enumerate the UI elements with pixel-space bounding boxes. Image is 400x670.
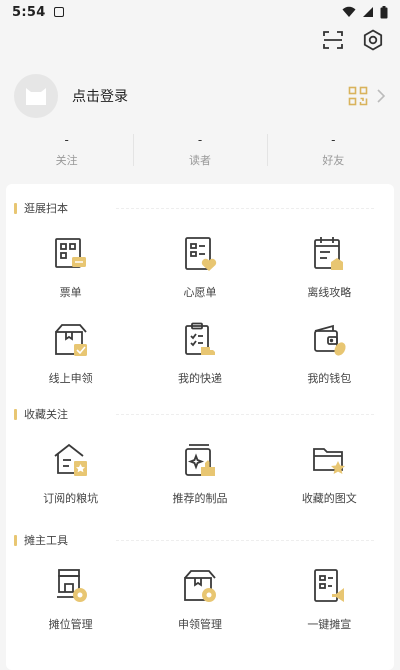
- section-title-text: 收藏关注: [24, 408, 68, 421]
- menu-label: 申领管理: [177, 618, 222, 631]
- menu-subscribed[interactable]: 订阅的粮坑: [6, 440, 135, 506]
- grid-row: 摊位管理 申领管理 一键摊宣: [6, 566, 394, 632]
- gear-icon: [363, 29, 383, 51]
- menu-label: 票单: [59, 286, 82, 299]
- menu-label: 收藏的图文: [301, 492, 357, 505]
- stat-friends[interactable]: - 好友: [266, 128, 400, 174]
- menu-label: 订阅的粮坑: [43, 492, 99, 505]
- stat-value: -: [64, 133, 69, 147]
- menu-label: 摊位管理: [48, 618, 93, 631]
- scan-icon: [323, 31, 343, 49]
- menu-label: 我的快递: [177, 372, 222, 385]
- ticket-icon: [51, 234, 91, 274]
- section-title-vendor: 摊主工具: [14, 532, 68, 548]
- menu-label: 我的钱包: [307, 372, 352, 385]
- section-title-text: 逛展扫本: [24, 202, 68, 215]
- grid-row: 线上申领 我的快递 我的钱包: [6, 320, 394, 386]
- stat-label: 读者: [188, 154, 211, 167]
- menu-booth-manage[interactable]: 摊位管理: [6, 566, 135, 632]
- wallet-icon: [309, 320, 349, 360]
- menu-online-claim[interactable]: 线上申领: [6, 320, 135, 386]
- settings-button[interactable]: [360, 27, 386, 53]
- menu-ticket[interactable]: 票单: [6, 234, 135, 300]
- feature-card: 逛展扫本 票单 心愿单 离线攻略 线上申领 我的快递 我的钱包 收藏关注 订阅的…: [6, 184, 394, 670]
- menu-label: 推荐的制品: [172, 492, 228, 505]
- stats-row: - 关注 - 读者 - 好友: [0, 128, 400, 174]
- menu-favorite-posts[interactable]: 收藏的图文: [265, 440, 394, 506]
- section-divider: [116, 414, 374, 415]
- menu-label: 心愿单: [183, 286, 217, 299]
- scan-button[interactable]: [320, 27, 346, 53]
- chevron-right-icon: [377, 89, 386, 103]
- section-divider: [116, 540, 374, 541]
- status-bar: 5:54: [0, 0, 400, 24]
- menu-recommended[interactable]: 推荐的制品: [135, 440, 264, 506]
- subscribed-house-icon: [51, 440, 91, 480]
- promote-icon: [309, 566, 349, 606]
- wifi-icon: [342, 6, 356, 17]
- section-divider: [116, 208, 374, 209]
- menu-delivery[interactable]: 我的快递: [135, 320, 264, 386]
- section-title-favorites: 收藏关注: [14, 406, 68, 422]
- avatar[interactable]: [14, 74, 58, 118]
- qr-code-icon[interactable]: [348, 86, 368, 106]
- stat-following[interactable]: - 关注: [0, 128, 133, 174]
- section-accent-bar: [14, 408, 17, 420]
- menu-label: 一键摊宣: [307, 618, 352, 631]
- status-time: 5:54: [12, 4, 46, 20]
- section-title-expo: 逛展扫本: [14, 200, 68, 216]
- section-accent-bar: [14, 534, 17, 546]
- top-actions: [320, 24, 386, 56]
- claim-manage-icon: [180, 566, 220, 606]
- menu-offline-guide[interactable]: 离线攻略: [265, 234, 394, 300]
- stat-label: 好友: [322, 154, 345, 167]
- recommended-icon: [180, 440, 220, 480]
- default-avatar-icon: [26, 88, 46, 105]
- section-title-text: 摊主工具: [24, 534, 68, 547]
- login-prompt[interactable]: 点击登录: [72, 86, 128, 106]
- notification-icon: [53, 7, 64, 17]
- wishlist-icon: [180, 234, 220, 274]
- stat-readers[interactable]: - 读者: [133, 128, 266, 174]
- menu-wishlist[interactable]: 心愿单: [135, 234, 264, 300]
- favorite-folder-icon: [309, 440, 349, 480]
- stat-value: -: [197, 133, 203, 147]
- online-claim-icon: [51, 320, 91, 360]
- delivery-icon: [180, 320, 220, 360]
- menu-claim-manage[interactable]: 申领管理: [135, 566, 264, 632]
- menu-label: 离线攻略: [307, 286, 352, 299]
- menu-label: 线上申领: [48, 372, 93, 385]
- offline-guide-icon: [309, 234, 349, 274]
- menu-wallet[interactable]: 我的钱包: [265, 320, 394, 386]
- grid-row: 订阅的粮坑 推荐的制品 收藏的图文: [6, 440, 394, 506]
- menu-promote[interactable]: 一键摊宣: [265, 566, 394, 632]
- profile-row[interactable]: 点击登录: [0, 66, 400, 126]
- stat-value: -: [331, 133, 336, 147]
- section-accent-bar: [14, 202, 17, 214]
- battery-icon: [380, 5, 388, 18]
- grid-row: 票单 心愿单 离线攻略: [6, 234, 394, 300]
- booth-manage-icon: [51, 566, 91, 606]
- cell-signal-icon: [363, 7, 373, 17]
- stat-label: 关注: [55, 154, 78, 167]
